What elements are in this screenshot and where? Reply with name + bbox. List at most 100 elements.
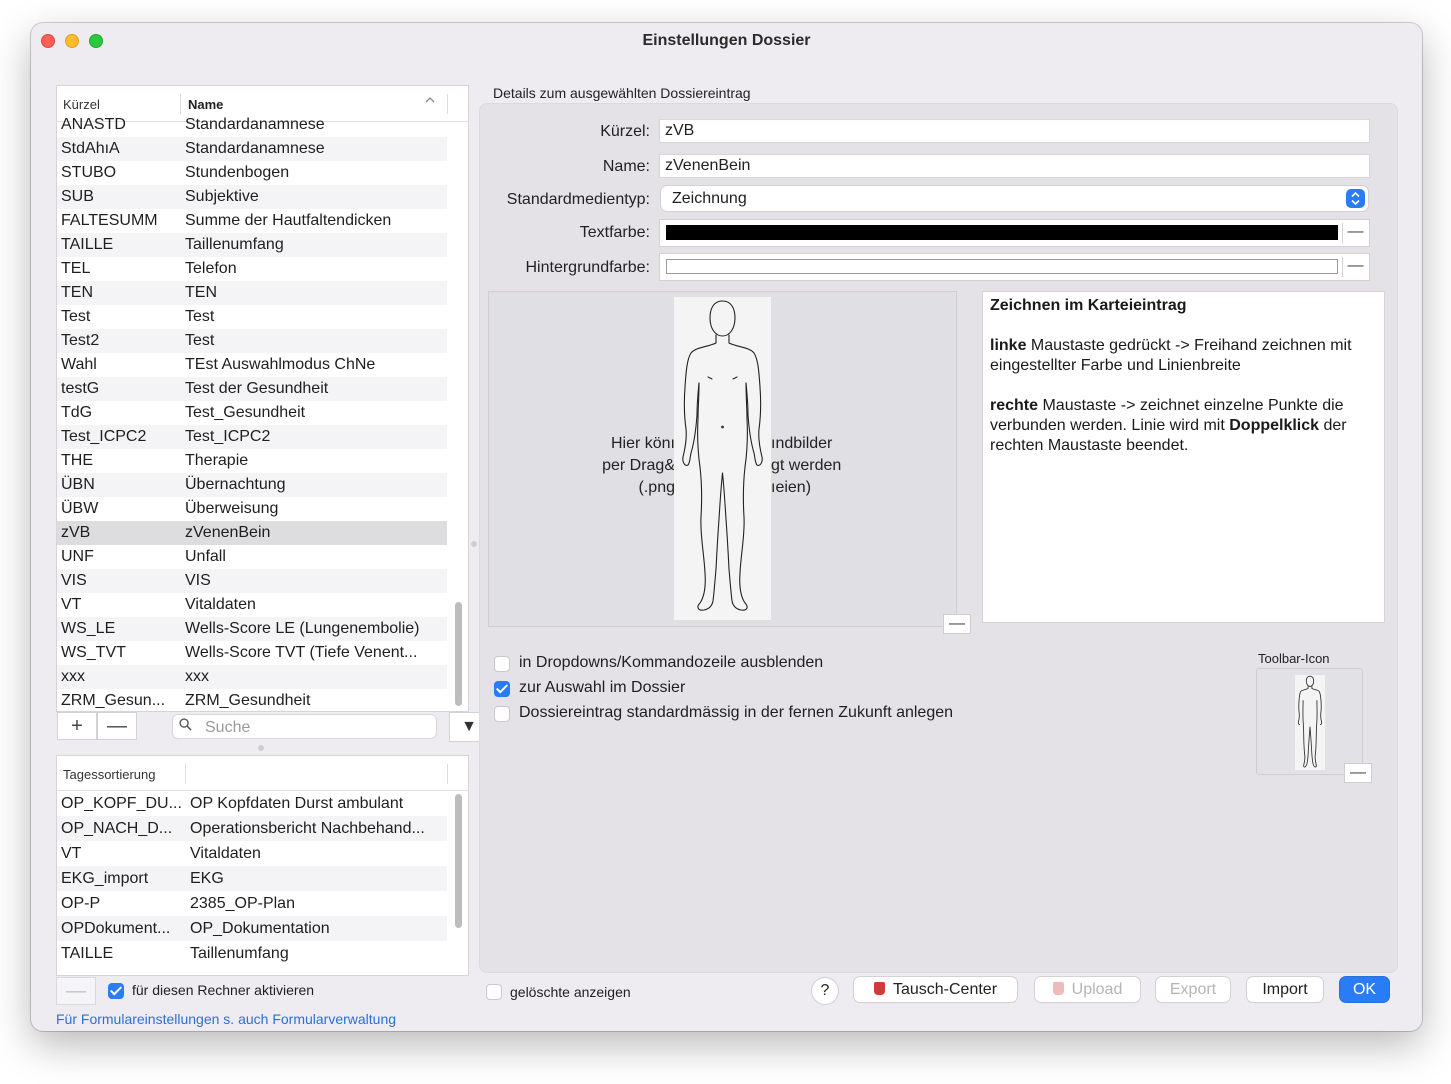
table-row[interactable]: ÜBW Überweisung	[57, 497, 447, 521]
search-input[interactable]	[203, 717, 432, 738]
cell-name: Stundenbogen	[185, 164, 290, 181]
table-row[interactable]: WS_LE Wells-Score LE (Lungenembolie)	[57, 617, 447, 641]
table-row[interactable]: TAILLE Taillenumfang	[57, 233, 447, 257]
cell-name: OP Kopfdaten Durst ambulant	[190, 795, 404, 812]
table-row[interactable]: VIS VIS	[57, 569, 447, 593]
cell-kuerzel: VT	[61, 845, 82, 862]
ok-button[interactable]: OK	[1340, 977, 1389, 1002]
cell-name: TEN	[185, 284, 217, 301]
title-bar: Einstellungen Dossier	[31, 23, 1422, 61]
table-row[interactable]: Wahl TEst Auswahlmodus ChNe	[57, 353, 447, 377]
table-row[interactable]: ÜBN Übernachtung	[57, 473, 447, 497]
list-item[interactable]: OP_KOPF_DU... OP Kopfdaten Durst ambulant	[57, 791, 447, 816]
far-future-checkbox[interactable]	[494, 706, 510, 722]
cell-name: Test	[185, 332, 215, 349]
column-divider[interactable]	[185, 764, 186, 784]
cell-kuerzel: Test2	[61, 332, 100, 349]
cell-name: VIS	[185, 572, 211, 589]
cell-name: Standardanamnese	[185, 140, 325, 157]
list-item[interactable]: EKG_import EKG	[57, 866, 447, 891]
cell-kuerzel: zVB	[61, 524, 91, 541]
table-row[interactable]: Test_ICPC2 Test_ICPC2	[57, 425, 447, 449]
table-row[interactable]: StdAhıA Standardanamnese	[57, 137, 447, 161]
shopping-bag-icon	[873, 982, 885, 995]
cell-name: OP_Dokumentation	[190, 920, 330, 937]
table-row[interactable]: Test Test	[57, 305, 447, 329]
table-row[interactable]: xxx xxx	[57, 665, 447, 689]
table-row[interactable]: UNF Unfall	[57, 545, 447, 569]
upload-button[interactable]: Upload	[1035, 977, 1140, 1002]
details-group-title: Details zum ausgewählten Dossiereintrag	[493, 85, 751, 101]
kuerzel-field[interactable]: zVB	[659, 119, 1370, 143]
add-entry-button[interactable]: +	[57, 712, 97, 740]
table-row[interactable]: Test2 Test	[57, 329, 447, 353]
export-button[interactable]: Export	[1156, 977, 1230, 1002]
day-sort-body: OP_KOPF_DU... OP Kopfdaten Durst ambulant…	[57, 791, 447, 966]
import-button[interactable]: Import	[1247, 977, 1323, 1002]
name-field[interactable]: zVenenBein	[659, 154, 1370, 178]
selectable-in-dossier-checkbox[interactable]	[494, 681, 510, 697]
hintergrundfarbe-clear-button[interactable]: —	[1342, 257, 1368, 277]
cell-name: Taillenumfang	[185, 236, 284, 253]
table-row[interactable]: FALTESUMM Summe der Hautfaltendicken	[57, 209, 447, 233]
cell-kuerzel: OP-P	[61, 895, 101, 912]
cell-kuerzel: TEL	[61, 260, 91, 277]
list-item[interactable]: OPDokument... OP_Dokumentation	[57, 916, 447, 941]
hintergrundfarbe-color-well[interactable]: —	[659, 253, 1370, 281]
textfarbe-clear-button[interactable]: —	[1342, 223, 1368, 243]
show-deleted-checkbox[interactable]	[486, 984, 502, 1000]
formularverwaltung-link[interactable]: Für Formulareinstellungen s. auch Formul…	[56, 1011, 396, 1027]
remove-entry-button[interactable]: —	[97, 712, 137, 740]
cell-kuerzel: OPDokument...	[61, 920, 171, 937]
cell-name: zVenenBein	[185, 524, 271, 541]
hide-in-dropdowns-checkbox[interactable]	[494, 656, 510, 672]
activate-checkbox[interactable]	[108, 983, 124, 999]
list-item[interactable]: VT Vitaldaten	[57, 841, 447, 866]
list-item[interactable]: OP_NACH_D... Operationsbericht Nachbehand…	[57, 816, 447, 841]
vertical-split-handle[interactable]	[471, 541, 477, 547]
table-row[interactable]: zVB zVenenBein	[57, 521, 447, 545]
table-row[interactable]: TEN TEN	[57, 281, 447, 305]
table-row[interactable]: STUBO Stundenbogen	[57, 161, 447, 185]
table-scrollbar[interactable]	[455, 602, 462, 706]
day-sort-scrollbar[interactable]	[455, 794, 462, 928]
help-button[interactable]: ?	[812, 978, 838, 1004]
table-row[interactable]: TdG Test_Gesundheit	[57, 401, 447, 425]
cell-kuerzel: Test_ICPC2	[61, 428, 147, 445]
toolbar-icon-well[interactable]	[1256, 668, 1363, 775]
table-row[interactable]: TEL Telefon	[57, 257, 447, 281]
cell-kuerzel: THE	[61, 452, 93, 469]
table-row[interactable]: VT Vitaldaten	[57, 593, 447, 617]
kuerzel-label: Kürzel:	[600, 123, 650, 140]
cell-kuerzel: Test	[61, 308, 91, 325]
toolbar-icon-clear-button[interactable]: —	[1344, 763, 1372, 783]
column-header-name[interactable]: Name	[188, 97, 223, 112]
table-row[interactable]: testG Test der Gesundheit	[57, 377, 447, 401]
textfarbe-color-well[interactable]: —	[659, 219, 1370, 247]
tausch-center-button[interactable]: Tausch-Center	[854, 977, 1017, 1002]
search-field[interactable]	[172, 714, 437, 739]
horizontal-split-handle[interactable]	[258, 745, 264, 751]
column-header-kuerzel[interactable]: Kürzel	[63, 97, 100, 112]
drop-hint-right: ındbilder gt werden ıeien)	[771, 435, 842, 496]
day-sort-header: Tagessortierung	[57, 756, 468, 791]
table-row[interactable]: THE Therapie	[57, 449, 447, 473]
drawing-drop-area[interactable]: Hier könı per Drag& (.png ındbilder gt w…	[488, 291, 957, 627]
table-row[interactable]: ANASTD Standardanamnese	[57, 113, 447, 137]
list-toolbar: + — ▼	[56, 710, 489, 742]
table-row[interactable]: WS_TVT Wells-Score TVT (Tiefe Venent...	[57, 641, 447, 665]
column-header-tagessortierung[interactable]: Tagessortierung	[63, 767, 156, 782]
remove-day-sort-button[interactable]: —	[56, 977, 96, 1005]
list-item[interactable]: TAILLE Taillenumfang	[57, 941, 447, 966]
search-icon	[179, 718, 192, 731]
cell-kuerzel: ÜBW	[61, 500, 99, 517]
column-divider[interactable]	[180, 94, 181, 114]
cell-name: Standardanamnese	[185, 116, 325, 133]
cell-kuerzel: FALTESUMM	[61, 212, 158, 229]
list-item[interactable]: OP-P 2385_OP-Plan	[57, 891, 447, 916]
help-title: Zeichnen im Karteieintrag	[990, 297, 1187, 314]
medientyp-popup[interactable]: Zeichnung	[661, 186, 1368, 211]
table-row[interactable]: ZRM_Gesun... ZRM_Gesundheit	[57, 689, 447, 711]
table-row[interactable]: SUB Subjektive	[57, 185, 447, 209]
drawing-clear-button[interactable]: —	[943, 614, 971, 634]
